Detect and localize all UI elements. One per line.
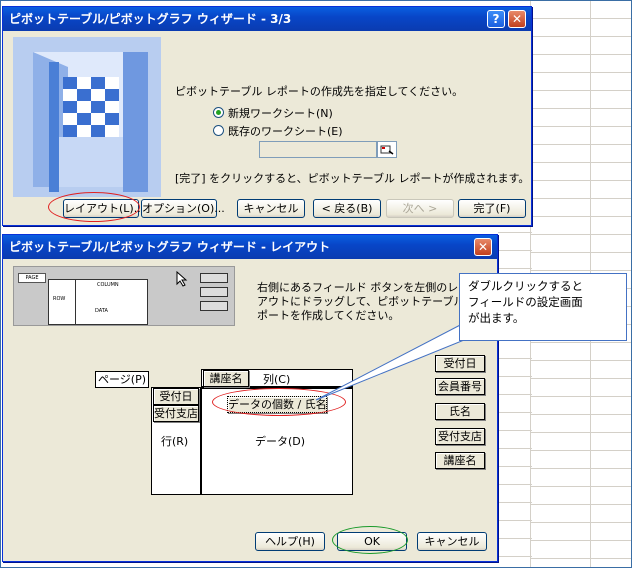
callout-line-1: ダブルクリックすると — [468, 279, 583, 293]
callout-line-3: が出ます。 — [468, 311, 525, 325]
annotation-callout: ダブルクリックすると フィールドの設定画面 が出ます。 — [459, 273, 627, 341]
callout-line-2: フィールドの設定画面 — [468, 295, 583, 309]
